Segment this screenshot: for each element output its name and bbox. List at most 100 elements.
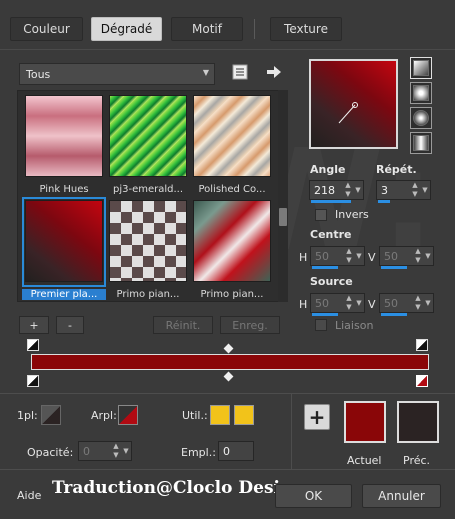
tab-separator bbox=[254, 19, 255, 39]
gradient-preview-large[interactable] bbox=[309, 59, 398, 149]
previous-color-swatch[interactable] bbox=[397, 401, 439, 443]
gradient-preview bbox=[109, 200, 187, 282]
location-value: 0 bbox=[223, 444, 230, 458]
top-stop-right-icon[interactable] bbox=[416, 339, 428, 351]
user-color-swatch-2[interactable] bbox=[234, 405, 254, 425]
gradient-bar[interactable] bbox=[31, 354, 429, 370]
spin-updown-icon[interactable]: ▲ ▼ bbox=[413, 247, 423, 265]
link-checkbox[interactable] bbox=[315, 319, 327, 331]
ok-button[interactable]: OK bbox=[275, 484, 352, 508]
repeat-input[interactable]: 3 ▲ ▼ ▼ bbox=[376, 180, 431, 203]
center-v-label: V bbox=[368, 251, 376, 264]
radial-style-button[interactable] bbox=[410, 132, 432, 154]
opacity-input[interactable]: 0 ▲ ▼ ▼ bbox=[78, 441, 132, 461]
current-color-swatch[interactable] bbox=[344, 401, 386, 443]
gradient-thumb[interactable]: Pink Hues bbox=[24, 94, 104, 195]
divider bbox=[0, 393, 455, 394]
location-input[interactable]: 0 bbox=[218, 441, 254, 461]
gradient-preview bbox=[193, 95, 271, 177]
source-v-slider[interactable] bbox=[381, 313, 407, 316]
invert-label: Invers bbox=[335, 208, 369, 221]
center-h-value: 50 bbox=[315, 249, 329, 263]
reset-button[interactable]: Réinit. bbox=[153, 316, 213, 334]
spin-updown-icon[interactable]: ▲ ▼ bbox=[410, 181, 420, 199]
plus-icon[interactable]: + bbox=[304, 404, 330, 430]
current-label: Actuel bbox=[347, 454, 382, 467]
background-swatch[interactable] bbox=[118, 405, 138, 425]
gallery-scroll-thumb[interactable] bbox=[279, 208, 287, 226]
gradient-thumb[interactable]: Polished Co... bbox=[192, 94, 272, 195]
bottom-stop-right-icon[interactable] bbox=[416, 375, 428, 387]
source-v-input[interactable]: 50 ▲ ▼ ▼ bbox=[379, 293, 434, 316]
chevron-down-icon[interactable]: ▼ bbox=[122, 442, 130, 460]
center-label: Centre bbox=[310, 228, 352, 241]
gradient-category-select[interactable]: Tous ▼ bbox=[19, 63, 215, 85]
source-h-slider[interactable] bbox=[312, 313, 338, 316]
rectangular-gradient-icon bbox=[413, 85, 429, 101]
cancel-button[interactable]: Annuler bbox=[362, 484, 441, 508]
bottom-stop-left-icon[interactable] bbox=[27, 375, 39, 387]
center-h-label: H bbox=[299, 251, 308, 264]
add-gradient-button[interactable]: + bbox=[19, 316, 49, 334]
center-v-value: 50 bbox=[384, 249, 398, 263]
help-button[interactable]: Aide bbox=[17, 489, 41, 502]
angle-slider[interactable] bbox=[311, 200, 351, 203]
gradient-thumb[interactable]: pj3-emerald... bbox=[108, 94, 188, 195]
repeat-label: Répét. bbox=[376, 163, 417, 176]
center-h-input[interactable]: 50 ▲ ▼ ▼ bbox=[310, 246, 365, 269]
angle-handle-icon bbox=[338, 102, 358, 124]
chevron-down-icon[interactable]: ▼ bbox=[354, 181, 362, 199]
top-stop-left-icon[interactable] bbox=[27, 339, 39, 351]
gradient-label: Premier pla... bbox=[22, 289, 106, 300]
opacity-label: Opacité: bbox=[27, 446, 74, 459]
gradient-gallery[interactable]: Pink Hues pj3-emerald... Polished Co... … bbox=[17, 90, 288, 302]
arrow-right-icon[interactable] bbox=[264, 62, 284, 82]
remove-gradient-button[interactable]: - bbox=[56, 316, 84, 334]
linear-gradient-icon bbox=[413, 60, 429, 76]
gradient-label: Polished Co... bbox=[198, 184, 266, 195]
source-v-value: 50 bbox=[384, 296, 398, 310]
midpoint-diamond-icon[interactable] bbox=[223, 371, 234, 382]
opacity-value: 0 bbox=[83, 444, 90, 458]
gradient-label: pj3-emerald... bbox=[112, 184, 184, 195]
gradient-thumb[interactable]: Primo pian... bbox=[108, 199, 188, 300]
invert-checkbox[interactable] bbox=[315, 209, 327, 221]
gradient-label: Primo pian... bbox=[116, 289, 180, 300]
chevron-down-icon[interactable]: ▼ bbox=[424, 247, 432, 265]
sunburst-style-button[interactable] bbox=[410, 107, 432, 129]
center-v-input[interactable]: 50 ▲ ▼ ▼ bbox=[379, 246, 434, 269]
foreground-swatch[interactable] bbox=[41, 405, 61, 425]
source-h-input[interactable]: 50 ▲ ▼ ▼ bbox=[310, 293, 365, 316]
tab-couleur[interactable]: Couleur bbox=[10, 17, 83, 41]
spin-updown-icon[interactable]: ▲ ▼ bbox=[343, 181, 353, 199]
gradient-preview bbox=[193, 200, 271, 282]
tab-motif[interactable]: Motif bbox=[171, 17, 243, 41]
chevron-down-icon[interactable]: ▼ bbox=[424, 294, 432, 312]
tab-degrade[interactable]: Dégradé bbox=[91, 17, 162, 41]
list-icon[interactable] bbox=[230, 62, 250, 82]
angle-label: Angle bbox=[310, 163, 346, 176]
spin-updown-icon[interactable]: ▲ ▼ bbox=[344, 247, 354, 265]
spin-updown-icon[interactable]: ▲ ▼ bbox=[413, 294, 423, 312]
midpoint-diamond-icon[interactable] bbox=[223, 343, 234, 354]
chevron-down-icon[interactable]: ▼ bbox=[355, 294, 363, 312]
spin-updown-icon[interactable]: ▲ ▼ bbox=[111, 442, 121, 460]
center-v-slider[interactable] bbox=[381, 266, 407, 269]
rectangular-style-button[interactable] bbox=[410, 82, 432, 104]
chevron-down-icon[interactable]: ▼ bbox=[421, 181, 429, 199]
linear-style-button[interactable] bbox=[410, 57, 432, 79]
gradient-thumb[interactable]: Primo pian... bbox=[192, 199, 272, 300]
gradient-thumb-selected[interactable]: Premier pla... bbox=[22, 197, 106, 300]
spin-updown-icon[interactable]: ▲ ▼ bbox=[344, 294, 354, 312]
gallery-scrollbar[interactable] bbox=[278, 90, 288, 302]
link-label: Liaison bbox=[335, 319, 374, 332]
tab-texture[interactable]: Texture bbox=[270, 17, 342, 41]
gradient-label: Pink Hues bbox=[39, 184, 89, 195]
chevron-down-icon[interactable]: ▼ bbox=[355, 247, 363, 265]
center-h-slider[interactable] bbox=[312, 266, 338, 269]
repeat-slider[interactable] bbox=[378, 200, 390, 203]
angle-input[interactable]: 218 ▲ ▼ ▼ bbox=[309, 180, 364, 203]
user-color-swatch[interactable] bbox=[210, 405, 230, 425]
location-label: Empl.: bbox=[181, 446, 216, 459]
save-button[interactable]: Enreg. bbox=[220, 316, 280, 334]
